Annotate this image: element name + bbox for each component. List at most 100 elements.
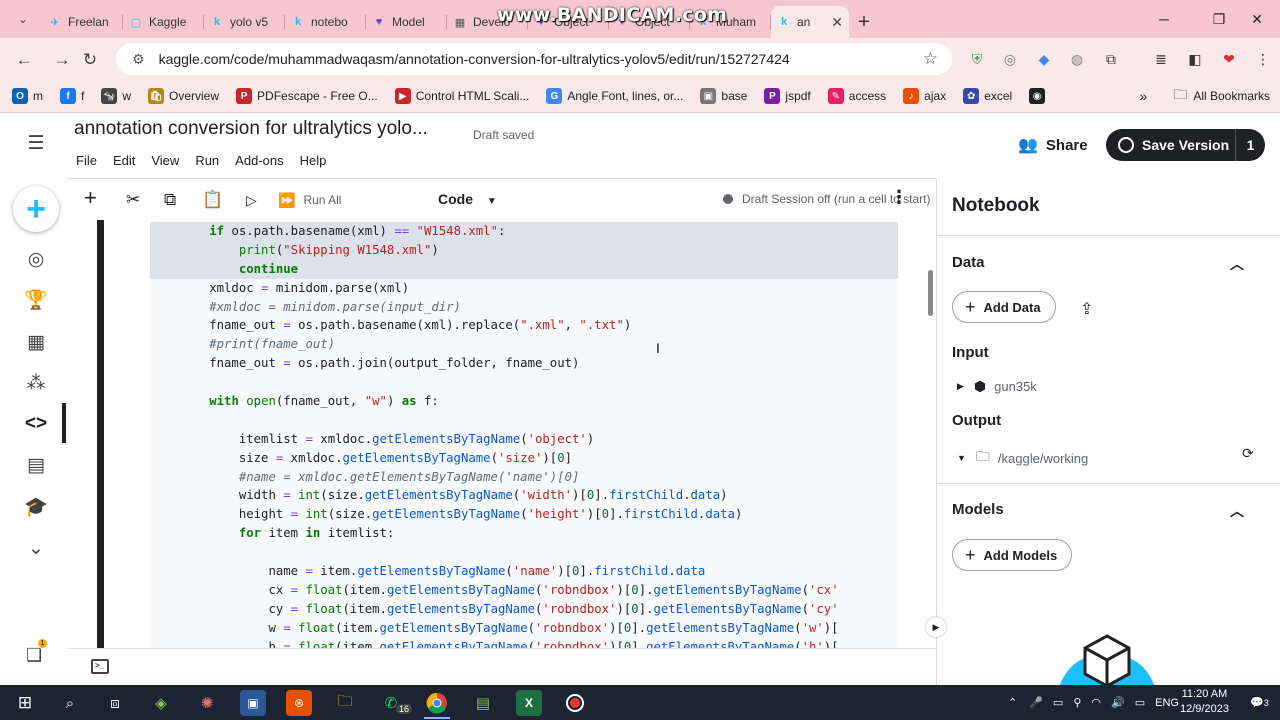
profile-avatar-icon[interactable]: ❤ [1220,50,1238,68]
close-tab-icon[interactable]: ✕ [831,14,843,31]
bookmark-item[interactable]: Om [12,88,43,104]
language-indicator[interactable]: ENG [1155,697,1179,709]
back-arrow-icon[interactable]: ← [10,46,38,74]
models-network-icon[interactable]: ⁂ [22,369,50,397]
notification-center[interactable]: 💬 3 [1250,685,1269,720]
notepad-icon[interactable]: ▤ [470,690,496,716]
code-line[interactable]: size = xmldoc.getElementsByTagName('size… [150,449,898,468]
code-line[interactable] [150,543,898,562]
more-options-icon[interactable]: ⋮ [890,187,908,208]
location-icon[interactable]: ⚲ [1073,696,1081,709]
chrome-icon[interactable] [424,690,450,716]
task-view-icon[interactable]: ⧈ [102,690,128,716]
tray-chevron-icon[interactable]: ⌃ [1008,696,1017,709]
code-line[interactable]: #print(fname_out) [150,335,898,354]
menu-run[interactable]: Run [195,153,219,168]
bookmark-item[interactable]: ▶ Control HTML Scali... [394,88,529,104]
diamond-extension-icon[interactable]: ◆ [1035,50,1053,68]
reload-icon[interactable]: ↻ [76,46,104,74]
trophy-icon[interactable]: 🏆 [22,286,50,314]
code-line[interactable]: width = int(size.getElementsByTagName('w… [150,486,898,505]
search-icon[interactable]: ⌕ [57,690,83,716]
bookmark-item[interactable]: ♪ ajax [903,88,946,104]
record-icon[interactable] [562,690,588,716]
run-all-button[interactable]: ⏩ Run All [278,189,341,211]
table-datasets-icon[interactable]: ▦ [22,328,50,356]
reading-list-icon[interactable]: ≣ [1152,50,1170,68]
compass-icon[interactable]: ◎ [22,245,50,273]
data-section-header[interactable]: Data [952,254,985,271]
collapse-panel-icon[interactable]: ▶ [926,617,946,637]
output-folder-item[interactable]: ▼ 🗀 /kaggle/working [957,446,1088,470]
save-version-button[interactable]: Save Version 1 [1106,129,1265,161]
refresh-icon[interactable]: ⟳ [1242,445,1254,462]
code-brackets-icon[interactable]: <> [22,410,50,438]
windows-start-icon[interactable]: ⊞ [12,690,38,716]
window-close-button[interactable]: ✕ [1234,0,1280,38]
file-explorer-icon[interactable]: 🗀 [332,690,358,716]
code-line[interactable]: fname_out = os.path.basename(xml).replac… [150,316,898,335]
bookmark-star-icon[interactable]: ☆ [923,49,938,69]
adblock-shield-icon[interactable]: ⛨ [968,50,986,68]
camera-extension-icon[interactable]: ◎ [1001,50,1019,68]
tab-search-chevron-icon[interactable]: ⌄ [8,4,38,34]
browser-tab[interactable]: k an ✕ [771,6,849,38]
add-cell-plus-icon[interactable]: + [84,185,97,210]
bookmark-item[interactable]: Pjspdf [764,88,811,104]
share-button[interactable]: 👥 Share [1018,135,1088,155]
browser-tab[interactable]: ✈ Freelan [42,6,123,38]
console-icon[interactable]: >_ [91,659,109,674]
globe-extension-icon[interactable]: ◍ [1068,50,1086,68]
code-line[interactable]: itemlist = xmldoc.getElementsByTagName('… [150,430,898,449]
code-line[interactable]: #xmldoc = minidom.parse(input_dir) [150,298,898,317]
bookmark-item[interactable]: P PDFescape - Free O... [236,88,378,104]
input-dataset-item[interactable]: ▶ ⬢ gun35k [957,378,1037,395]
microphone-icon[interactable]: 🎤 [1029,696,1043,709]
caret-down-icon[interactable]: ▼ [957,453,966,463]
bookmark-item[interactable]: ✎ access [827,88,886,104]
chevron-up-icon[interactable]: ︿ [1230,501,1244,521]
all-bookmarks-link[interactable]: All Bookmarks [1193,89,1270,103]
battery-icon[interactable]: ▭ [1135,696,1145,709]
url-bar[interactable]: ⚙ kaggle.com/code/muhammadwaqasm/annotat… [116,43,952,75]
side-panel-icon[interactable]: ◧ [1186,50,1204,68]
menu-addons[interactable]: Add-ons [235,153,283,168]
browser-menu-icon[interactable]: ⋮ [1254,50,1272,68]
code-line[interactable] [150,411,898,430]
copy-icon[interactable]: ⧉ [164,189,176,211]
code-line[interactable]: xmldoc = minidom.parse(xml) [150,279,898,298]
site-info-icon[interactable]: ⚙ [132,51,145,68]
code-line[interactable]: #name = xmldoc.getElementsByTagName('nam… [150,468,898,487]
vertical-scrollbar[interactable] [928,270,933,316]
menu-file[interactable]: File [76,153,97,168]
browser-tab[interactable]: k yolo v5 [204,6,285,38]
code-line[interactable] [150,373,898,392]
code-line[interactable]: height = int(size.getElementsByTagName('… [150,505,898,524]
bookmark-item[interactable]: ff [60,88,84,104]
code-line[interactable]: fname_out = os.path.join(output_folder, … [150,354,898,373]
code-line[interactable]: with open(fname_out, "w") as f: [150,392,898,411]
browser-tab[interactable]: k notebo [285,6,366,38]
bookmark-item[interactable]: 🐄 w [101,88,131,104]
code-line[interactable]: h = float(item.getElementsByTagName('rob… [150,638,898,648]
wifi-icon[interactable]: ◠ [1091,696,1101,709]
menu-edit[interactable]: Edit [113,153,135,168]
bookmark-item[interactable]: ✿ excel [963,88,1012,104]
taskbar-clock[interactable]: 11:20 AM 12/9/2023 [1180,687,1229,717]
bookmark-item[interactable]: ◉ [1029,88,1050,104]
run-cell-play-icon[interactable]: ▷ [246,189,257,211]
add-data-button[interactable]: + Add Data [952,291,1056,323]
code-line[interactable]: continue [150,259,898,279]
bookmark-item[interactable]: ▣ base [700,88,747,104]
discussion-icon[interactable]: ▤ [22,451,50,479]
layers-icon[interactable]: ❏ [26,645,42,666]
extensions-puzzle-icon[interactable]: ⧉ [1102,50,1120,68]
bookmark-item[interactable]: 🛍 Overview [148,88,219,104]
app-icon[interactable]: ◈ [148,690,174,716]
menu-view[interactable]: View [151,153,179,168]
hamburger-menu-icon[interactable]: ☰ [22,129,50,157]
code-editor[interactable]: if os.path.basename(xml) == "W1548.xml":… [150,222,898,648]
more-chevron-down-icon[interactable]: ⌄ [22,534,50,562]
camera-icon[interactable]: ▭ [1053,696,1063,709]
upload-icon[interactable]: ⇪ [1080,299,1093,319]
